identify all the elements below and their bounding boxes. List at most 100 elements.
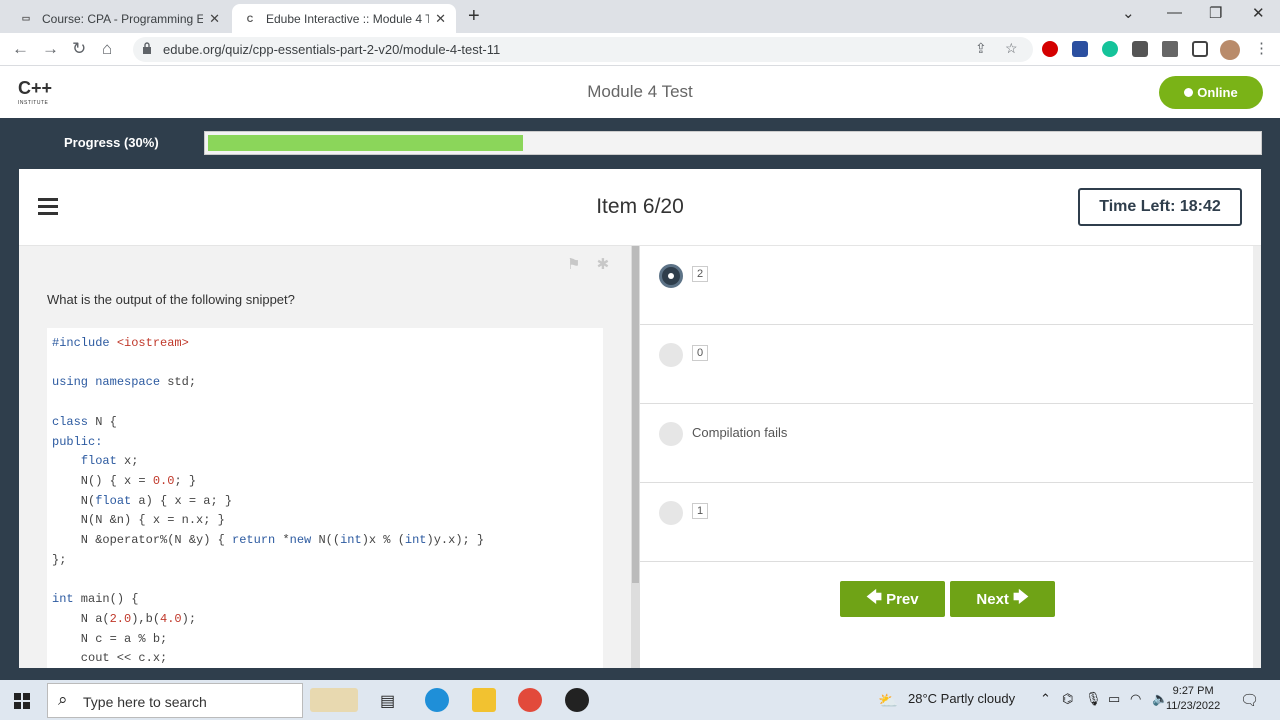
close-icon[interactable]: ✕ [209, 11, 220, 27]
answer-option[interactable]: Compilation fails [640, 404, 1253, 483]
code-line: N &operator%(N &y) { return *new N((int)… [52, 533, 485, 548]
grammarly-icon[interactable] [1102, 41, 1118, 57]
restore-icon[interactable]: ❐ [1209, 4, 1222, 22]
app-header: C++ INSTITUTE Module 4 Test Online [0, 66, 1280, 118]
search-icon: ⌕ [58, 690, 68, 709]
opera-extension-icon[interactable] [1042, 41, 1058, 57]
answer-option[interactable]: 2 [640, 246, 1253, 325]
quiz-stage: Progress (30%) Item 6/20 Time Left: 18:4… [0, 118, 1280, 680]
bookmark-extension-icon[interactable] [1072, 41, 1088, 57]
code-line: float x; [80, 454, 139, 469]
code-line: N(float a) { x = a; } [52, 493, 233, 508]
weather-text[interactable]: 28°C Partly cloudy [908, 691, 1015, 706]
pane-scrollbar[interactable] [631, 246, 640, 668]
chrome-icon[interactable] [518, 688, 542, 712]
file-explorer-icon[interactable] [472, 688, 496, 712]
code-line: N a(2.0),b(4.0); [52, 611, 197, 626]
status-dot-icon [1184, 88, 1194, 97]
windows-start-icon[interactable] [14, 693, 30, 709]
weather-icon: ⛅ [878, 693, 898, 710]
lock-icon [143, 42, 151, 54]
code-line: using namespace std; [52, 375, 197, 390]
progress-fill [208, 135, 523, 151]
cortana-widget-icon[interactable] [310, 688, 358, 712]
search-placeholder: Type here to search [83, 694, 207, 710]
home-icon[interactable]: ⌂ [102, 39, 112, 59]
book-icon: ▭ [21, 13, 31, 23]
quiz-card: Item 6/20 Time Left: 18:42 ⚑ ✱ What is t… [19, 169, 1261, 668]
time-left: Time Left: 18:42 [1078, 188, 1242, 226]
status-badge: Online [1159, 76, 1263, 109]
code-snippet: #include <iostream> using namespace std;… [47, 328, 603, 668]
answers-pane: 2 0 Compilation fails 1 🡄 Prev Next 🡆 [640, 246, 1261, 668]
code-line: #include <iostream> [52, 336, 189, 350]
tab-edube[interactable]: C Edube Interactive :: Module 4 Tes ✕ [232, 4, 456, 33]
arrow-right-icon: 🡆 [1013, 588, 1029, 606]
sidepanel-icon[interactable] [1192, 41, 1208, 57]
browser-tab-bar: ▭ Course: CPA - Programming Esse ✕ C Edu… [0, 0, 1280, 33]
network-icon[interactable]: ⌬ [1062, 691, 1073, 707]
tab-title: Edube Interactive :: Module 4 Tes [266, 11, 430, 26]
scrollbar-thumb[interactable] [632, 246, 639, 583]
forward-icon[interactable]: → [42, 39, 59, 59]
next-button[interactable]: Next 🡆 [950, 581, 1055, 617]
wifi-icon[interactable]: ◠ [1130, 691, 1141, 707]
code-line: }; [52, 552, 67, 567]
radio-button[interactable] [659, 501, 683, 525]
more-icon[interactable]: ⋮ [1254, 39, 1269, 57]
radio-button[interactable] [659, 343, 683, 367]
screenshot-extension-icon[interactable] [1132, 41, 1148, 57]
radio-button[interactable] [659, 264, 683, 288]
question-text: What is the output of the following snip… [47, 292, 295, 307]
code-line: class N { [52, 414, 117, 429]
system-clock[interactable]: 9:27 PM 11/23/2022 [1166, 684, 1220, 714]
bug-icon[interactable]: ✱ [597, 256, 610, 273]
close-icon[interactable]: ✕ [435, 11, 446, 27]
url-text: edube.org/quiz/cpp-essentials-part-2-v20… [163, 42, 501, 57]
back-icon[interactable]: ← [12, 39, 29, 59]
tab-title: Course: CPA - Programming Esse [42, 11, 204, 26]
prev-button[interactable]: 🡄 Prev [840, 581, 945, 617]
taskbar-search[interactable]: ⌕ Type here to search [47, 683, 303, 718]
star-icon[interactable]: ☆ [1005, 40, 1018, 57]
code-line: N(N &n) { x = n.x; } [52, 513, 225, 528]
close-window-icon[interactable]: ✕ [1252, 4, 1265, 22]
address-bar[interactable]: edube.org/quiz/cpp-essentials-part-2-v20… [133, 37, 1033, 62]
bug-app-icon[interactable] [565, 688, 589, 712]
answer-text: 2 [692, 266, 709, 282]
answer-option[interactable]: 0 [640, 325, 1253, 404]
page-title: Module 4 Test [587, 82, 693, 101]
code-line: N c = a % b; [52, 631, 168, 646]
edge-icon[interactable] [425, 688, 449, 712]
code-line: int main() { [52, 592, 139, 607]
code-line: public: [52, 434, 103, 449]
answer-option[interactable]: 1 [640, 483, 1253, 562]
cpp-institute-icon: C [246, 13, 254, 24]
chevron-down-icon[interactable]: ⌄ [1122, 4, 1135, 22]
radio-button[interactable] [659, 422, 683, 446]
microphone-icon[interactable]: 🎙 [1085, 691, 1102, 707]
flag-icon[interactable]: ⚑ [567, 256, 580, 273]
tab-course[interactable]: ▭ Course: CPA - Programming Esse ✕ [8, 4, 230, 33]
new-tab-button[interactable]: + [468, 5, 480, 28]
puzzle-icon[interactable] [1162, 41, 1178, 57]
reload-icon[interactable]: ↻ [72, 39, 86, 59]
code-line: N() { x = 0.0; } [52, 473, 197, 488]
answers-scrollbar[interactable] [1253, 246, 1261, 668]
progress-label: Progress (30%) [64, 135, 159, 150]
battery-icon[interactable]: ▭ [1108, 691, 1120, 707]
chevron-up-icon[interactable]: ⌃ [1040, 691, 1051, 707]
item-counter: Item 6/20 [596, 195, 684, 218]
progress-bar [204, 131, 1262, 155]
quiz-card-header: Item 6/20 Time Left: 18:42 [19, 169, 1261, 246]
minimize-icon[interactable]: — [1167, 4, 1182, 21]
task-view-icon[interactable]: ▤ [380, 691, 395, 711]
answer-text: 1 [692, 503, 709, 519]
question-pane: ⚑ ✱ What is the output of the following … [19, 246, 631, 668]
share-icon[interactable]: ⇪ [975, 40, 987, 57]
code-line: cout << c.x; [52, 651, 168, 666]
avatar[interactable] [1220, 40, 1240, 60]
notification-icon[interactable]: 🗨 [1240, 691, 1259, 709]
